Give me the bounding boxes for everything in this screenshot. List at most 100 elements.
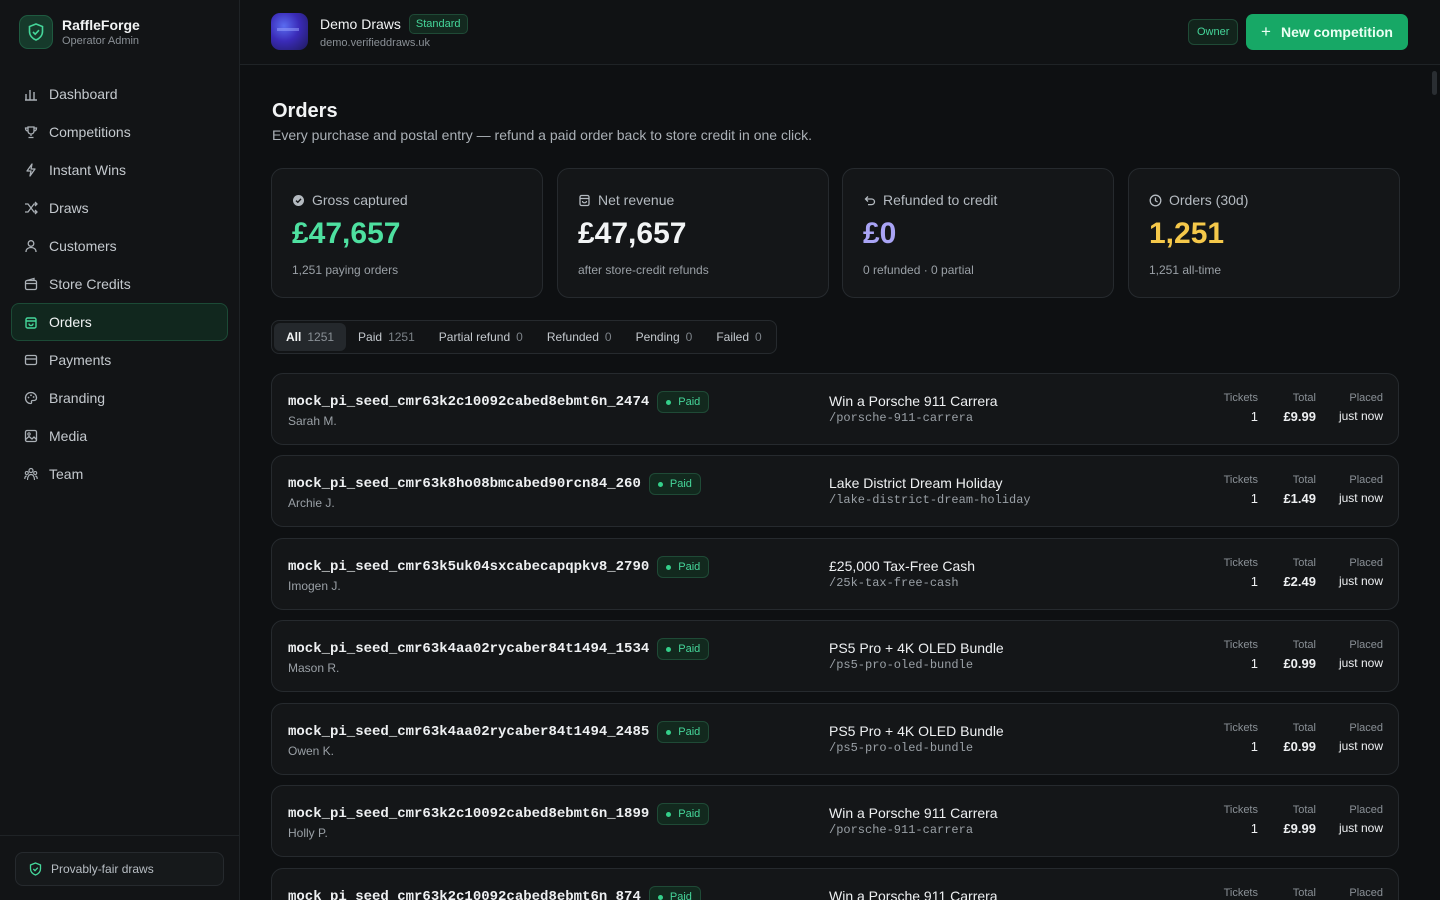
brand-name: RaffleForge [62, 16, 140, 33]
status-label: Paid [669, 478, 692, 490]
new-competition-button[interactable]: + New competition [1246, 14, 1408, 50]
placed-value: just now [1338, 821, 1383, 835]
tickets-header: Tickets [1223, 392, 1258, 404]
tickets-header: Tickets [1223, 722, 1258, 734]
sidebar-item-competitions[interactable]: Competitions [11, 113, 228, 151]
tenant-switcher[interactable]: Demo Draws Standard demo.verifieddraws.u… [271, 13, 468, 50]
placed-value: just now [1338, 574, 1383, 588]
user-icon [24, 239, 38, 253]
sidebar-item-label: Store Credits [49, 276, 131, 292]
lightning-icon [24, 163, 38, 177]
total-header: Total [1292, 392, 1316, 404]
palette-icon [24, 391, 38, 405]
tickets-value: 1 [1250, 409, 1258, 424]
competition-title: Lake District Dream Holiday [829, 475, 1003, 491]
stat-value: £0 [863, 217, 897, 250]
total-header: Total [1292, 557, 1316, 569]
stat-label: Gross captured [312, 192, 408, 208]
total-value: £0.99 [1283, 656, 1316, 671]
total-value: £9.99 [1283, 821, 1316, 836]
tab-count: 1251 [307, 330, 335, 344]
total-value: £0.99 [1283, 739, 1316, 754]
customer-name: Mason R. [288, 661, 340, 675]
status-dot-icon [657, 481, 663, 487]
order-row[interactable]: mock_pi_seed_cmr63k2c10092cabed8ebmt6n_8… [271, 868, 1399, 900]
total-header: Total [1292, 639, 1316, 651]
tickets-header: Tickets [1223, 474, 1258, 486]
status-label: Paid [678, 808, 701, 820]
sidebar-item-instant-wins[interactable]: Instant Wins [11, 151, 228, 189]
order-row[interactable]: mock_pi_seed_cmr63k4aa02rycaber84t1494_1… [271, 620, 1399, 692]
order-row[interactable]: mock_pi_seed_cmr63k5uk04sxcabecapqpkv8_2… [271, 538, 1399, 610]
sidebar-item-payments[interactable]: Payments [11, 341, 228, 379]
tab-failed[interactable]: Failed 0 [704, 323, 773, 351]
team-icon [24, 467, 38, 481]
sidebar-item-label: Customers [49, 238, 117, 254]
placed-value: just now [1338, 409, 1383, 423]
status-label: Paid [678, 561, 701, 573]
sidebar-item-label: Dashboard [49, 86, 118, 102]
status-dot-icon [666, 399, 672, 405]
customer-name: Archie J. [288, 496, 335, 510]
order-row[interactable]: mock_pi_seed_cmr63k2c10092cabed8ebmt6n_1… [271, 785, 1399, 857]
order-id: mock_pi_seed_cmr63k2c10092cabed8ebmt6n_1… [288, 806, 650, 822]
sidebar-item-media[interactable]: Media [11, 417, 228, 455]
provably-fair-badge[interactable]: Provably-fair draws [15, 852, 224, 886]
tab-label: Partial refund [438, 330, 511, 344]
order-row[interactable]: mock_pi_seed_cmr63k2c10092cabed8ebmt6n_2… [271, 373, 1399, 445]
tab-count: 0 [755, 330, 762, 344]
sidebar-item-branding[interactable]: Branding [11, 379, 228, 417]
competition-slug: /25k-tax-free-cash [829, 576, 959, 590]
scrollbar-thumb[interactable] [1432, 71, 1437, 95]
tickets-header: Tickets [1223, 804, 1258, 816]
sidebar-item-store-credits[interactable]: Store Credits [11, 265, 228, 303]
status-badge: Paid [657, 721, 710, 743]
sidebar-item-draws[interactable]: Draws [11, 189, 228, 227]
tickets-value: 1 [1250, 739, 1258, 754]
stat-label: Net revenue [598, 192, 675, 208]
status-dot-icon [657, 894, 663, 900]
tab-label: Pending [635, 330, 680, 344]
status-label: Paid [669, 891, 692, 900]
stat-card-gross-captured: Gross captured £47,657 1,251 paying orde… [271, 168, 543, 298]
stat-label: Orders (30d) [1169, 192, 1249, 208]
tier-badge: Standard [408, 14, 468, 34]
sidebar-item-team[interactable]: Team [11, 455, 228, 493]
tab-count: 0 [685, 330, 693, 344]
total-header: Total [1292, 722, 1316, 734]
placed-header: Placed [1349, 639, 1383, 651]
shield-logo-icon [19, 15, 53, 49]
tab-all[interactable]: All 1251 [274, 323, 347, 351]
status-label: Paid [678, 726, 701, 738]
plus-icon: + [1261, 22, 1271, 41]
sidebar-item-label: Media [49, 428, 88, 444]
total-header: Total [1292, 474, 1316, 486]
bar-chart-icon [24, 87, 38, 101]
tab-pending[interactable]: Pending 0 [624, 323, 705, 351]
order-row[interactable]: mock_pi_seed_cmr63k8ho08bmcabed90rcn84_2… [271, 455, 1399, 527]
sidebar-item-dashboard[interactable]: Dashboard [11, 75, 228, 113]
order-id: mock_pi_seed_cmr63k4aa02rycaber84t1494_1… [288, 641, 650, 657]
status-label: Paid [678, 643, 701, 655]
tab-count: 0 [516, 330, 523, 344]
sidebar-item-customers[interactable]: Customers [11, 227, 228, 265]
total-value: £2.49 [1283, 574, 1316, 589]
stat-value: 1,251 [1149, 217, 1225, 250]
shopping-bag-icon [24, 315, 38, 329]
sidebar-item-orders[interactable]: Orders [11, 303, 228, 341]
stat-card-refunded-to-credit: Refunded to credit £0 0 refunded · 0 par… [842, 168, 1114, 298]
status-dot-icon [666, 811, 672, 817]
tab-partial-refund[interactable]: Partial refund 0 [427, 323, 535, 351]
stat-subtext: 1,251 all-time [1149, 263, 1222, 277]
order-id: mock_pi_seed_cmr63k8ho08bmcabed90rcn84_2… [288, 476, 641, 492]
tickets-value: 1 [1250, 821, 1258, 836]
tab-paid[interactable]: Paid 1251 [346, 323, 427, 351]
status-badge: Paid [657, 638, 710, 660]
sidebar: RaffleForge Operator Admin Dashboard Com… [0, 0, 240, 900]
order-id: mock_pi_seed_cmr63k4aa02rycaber84t1494_2… [288, 724, 650, 740]
page-description: Every purchase and postal entry — refund… [272, 127, 813, 143]
clock-icon [1149, 194, 1162, 207]
brand[interactable]: RaffleForge Operator Admin [19, 15, 140, 49]
tab-refunded[interactable]: Refunded 0 [535, 323, 624, 351]
order-row[interactable]: mock_pi_seed_cmr63k4aa02rycaber84t1494_2… [271, 703, 1399, 775]
